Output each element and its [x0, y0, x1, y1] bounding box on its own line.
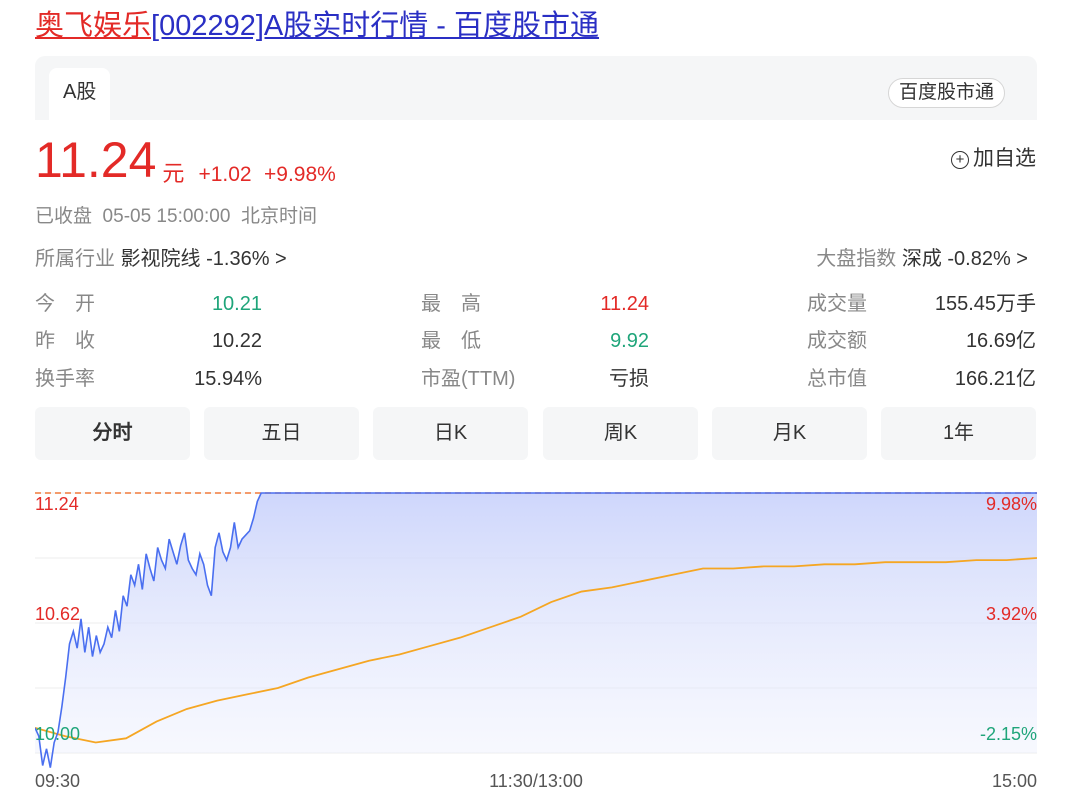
- tab-weekly-k[interactable]: 周K: [543, 407, 698, 460]
- pe-label: 市盈(TTM): [421, 368, 516, 390]
- price-row: 11.24 元 +1.02 +9.98%: [35, 132, 336, 188]
- page-title[interactable]: 奥飞娱乐[002292]A股实时行情 - 百度股市通: [35, 6, 599, 46]
- y-left-tick-label: 11.24: [35, 494, 79, 514]
- current-price: 11.24: [35, 132, 157, 188]
- turnover-rate-label: 换手率: [35, 368, 95, 390]
- turnover-rate-value: 15.94%: [194, 368, 262, 390]
- pe-value: 亏损: [609, 368, 649, 390]
- y-right-tick-label: -2.15%: [980, 724, 1037, 744]
- quote-card-header: A股 百度股市通: [35, 56, 1037, 120]
- price-change-pct: +9.98%: [264, 163, 336, 186]
- baidu-stock-button[interactable]: 百度股市通: [887, 78, 1005, 108]
- market-status: 已收盘 05-05 15:00:00 北京时间: [35, 206, 317, 227]
- y-left-tick-label: 10.00: [35, 724, 80, 744]
- y-right-tick-label: 9.98%: [986, 494, 1037, 514]
- tab-a-share[interactable]: A股: [49, 68, 111, 120]
- market-cap-label: 总市值: [807, 368, 867, 390]
- tab-one-year[interactable]: 1年: [881, 407, 1036, 460]
- open-label: 今 开: [35, 293, 95, 315]
- amount-value: 16.69亿: [965, 330, 1036, 352]
- price-change: +1.02: [198, 163, 252, 186]
- prev-close-value: 10.22: [211, 330, 262, 352]
- stock-title-link[interactable]: [002292]A股实时行情 - 百度股市通: [151, 10, 599, 42]
- y-left-tick-label: 10.62: [35, 604, 80, 624]
- high-label: 最 高: [421, 293, 481, 315]
- high-value: 11.24: [600, 293, 649, 315]
- open-value: 10.21: [211, 293, 262, 315]
- tab-five-day[interactable]: 五日: [204, 407, 359, 460]
- market-index-link[interactable]: 大盘指数 深成 -0.82% >: [816, 245, 1028, 273]
- industry-value: 影视院线 -1.36% >: [120, 248, 287, 270]
- amount-label: 成交额: [807, 330, 867, 352]
- index-value: 深成 -0.82% >: [901, 248, 1028, 270]
- y-right-tick-label: 3.92%: [986, 604, 1037, 624]
- add-watchlist-button[interactable]: + 加自选: [951, 145, 1036, 173]
- tab-daily-k[interactable]: 日K: [373, 407, 528, 460]
- tab-intraday[interactable]: 分时: [35, 407, 190, 460]
- intraday-chart[interactable]: 11.24 10.62 10.00 9.98% 3.92% -2.15% 09:30 11:3…: [35, 478, 1037, 799]
- price-unit: 元: [162, 161, 185, 186]
- stock-name-link[interactable]: 奥飞娱乐: [35, 10, 151, 42]
- x-tick-label: 15:00: [992, 771, 1037, 791]
- tab-monthly-k[interactable]: 月K: [712, 407, 867, 460]
- market-cap-value: 166.21亿: [954, 368, 1036, 390]
- x-tick-label: 09:30: [35, 771, 80, 791]
- industry-label: 所属行业: [35, 248, 115, 270]
- plus-circle-icon: +: [951, 151, 969, 169]
- volume-label: 成交量: [807, 293, 867, 315]
- prev-close-label: 昨 收: [35, 330, 95, 352]
- low-label: 最 低: [421, 330, 481, 352]
- index-label: 大盘指数: [816, 248, 897, 270]
- industry-link[interactable]: 所属行业 影视院线 -1.36% >: [35, 245, 287, 273]
- low-value: 9.92: [610, 330, 649, 352]
- x-tick-label: 11:30/13:00: [489, 771, 583, 791]
- add-watchlist-label: 加自选: [973, 147, 1036, 170]
- volume-value: 155.45万手: [934, 293, 1036, 315]
